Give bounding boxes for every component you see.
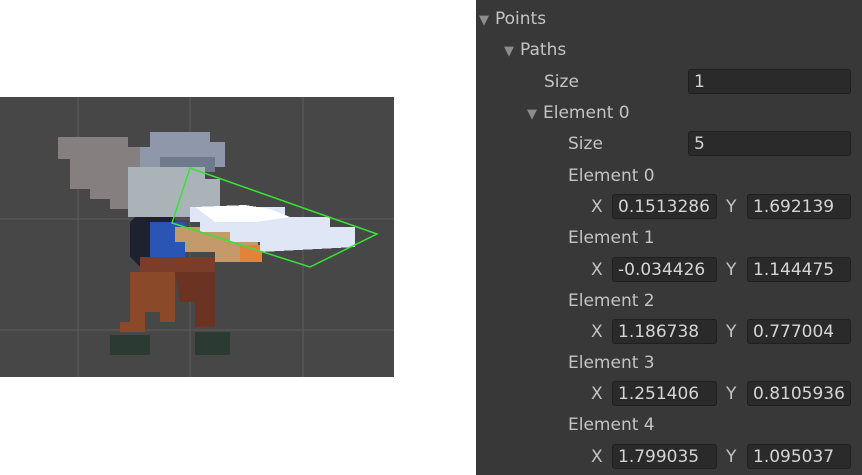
point-y-field[interactable]: 1.144475 [747,257,851,282]
point-x-field[interactable]: -0.034426 [612,257,717,282]
expand-arrow-icon: ▼ [527,107,537,122]
point-element-label: Element 1 [568,228,655,248]
x-axis-label: X [591,447,603,467]
expand-arrow-icon: ▼ [504,44,514,59]
y-axis-label: Y [726,384,737,404]
y-axis-label: Y [726,260,737,280]
path-element-label: Element 0 [543,103,630,123]
x-axis-label: X [591,197,603,217]
scene-canvas [0,97,394,377]
point-x-field[interactable]: 0.1513286 [612,194,717,219]
expand-arrow-icon: ▼ [479,13,489,28]
point-element-label: Element 4 [568,415,655,435]
point-element-label: Element 3 [568,353,655,373]
point-element-label: Element 0 [568,166,655,186]
character-sprite[interactable] [58,132,379,355]
paths-label: Paths [520,40,567,60]
point-y-field[interactable]: 0.777004 [747,319,851,344]
points-size-field[interactable]: 5 [688,131,851,156]
point-y-field[interactable]: 1.095037 [747,444,851,469]
y-axis-label: Y [726,322,737,342]
path-element-foldout[interactable]: ▼ Element 0 [527,100,630,126]
point-y-field[interactable]: 1.692139 [747,194,851,219]
paths-size-field[interactable]: 1 [688,69,851,94]
point-x-field[interactable]: 1.186738 [612,319,717,344]
points-foldout[interactable]: ▼ Points [479,6,546,32]
x-axis-label: X [591,322,603,342]
paths-foldout[interactable]: ▼ Paths [504,37,566,63]
points-label: Points [495,9,547,29]
point-x-field[interactable]: 1.251406 [612,381,717,406]
point-y-field[interactable]: 0.8105936 [747,381,851,406]
point-x-field[interactable]: 1.799035 [612,444,717,469]
paths-size-label: Size [544,72,579,92]
point-element-label: Element 2 [568,291,655,311]
x-axis-label: X [591,384,603,404]
scene-view[interactable] [0,97,394,377]
y-axis-label: Y [726,197,737,217]
x-axis-label: X [591,260,603,280]
points-size-label: Size [568,134,603,154]
y-axis-label: Y [726,447,737,467]
inspector-panel: ▼ Points ▼ Paths Size 1 ▼ Element 0 Size 5 … [476,0,862,475]
